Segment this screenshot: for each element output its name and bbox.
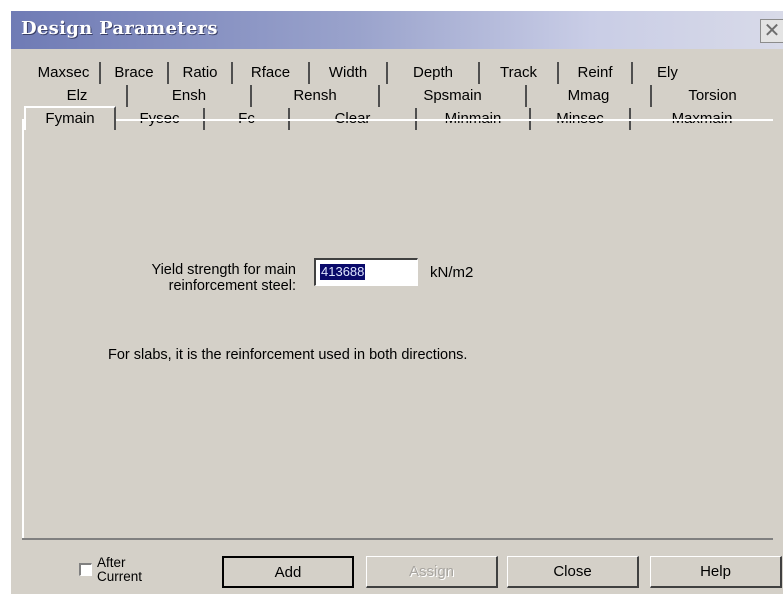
help-button[interactable]: Help bbox=[650, 556, 782, 588]
tab-ely[interactable]: Ely bbox=[633, 62, 773, 84]
tab-ratio[interactable]: Ratio bbox=[169, 62, 233, 84]
yield-strength-input[interactable]: 413688 bbox=[314, 258, 418, 286]
assign-button: Assign bbox=[366, 556, 498, 588]
tab-reinf[interactable]: Reinf bbox=[559, 62, 633, 84]
add-button[interactable]: Add bbox=[222, 556, 354, 588]
tab-rface[interactable]: Rface bbox=[233, 62, 310, 84]
close-icon[interactable]: ✕ bbox=[760, 19, 783, 43]
tab-ensh[interactable]: Ensh bbox=[128, 85, 252, 107]
window-title: Design Parameters bbox=[21, 18, 218, 39]
tab-fymain[interactable]: Fymain bbox=[24, 106, 116, 130]
yield-strength-value[interactable]: 413688 bbox=[320, 264, 366, 280]
close-button[interactable]: Close bbox=[507, 556, 639, 588]
unit-label: kN/m2 bbox=[430, 264, 474, 281]
tab-panel-fymain bbox=[22, 119, 773, 538]
tab-mmag[interactable]: Mmag bbox=[527, 85, 652, 107]
tab-spsmain[interactable]: Spsmain bbox=[380, 85, 527, 107]
slab-note: For slabs, it is the reinforcement used … bbox=[108, 347, 468, 363]
after-current-checkbox[interactable] bbox=[79, 563, 92, 576]
tab-brace[interactable]: Brace bbox=[101, 62, 169, 84]
tab-rensh[interactable]: Rensh bbox=[252, 85, 380, 107]
tab-track[interactable]: Track bbox=[480, 62, 559, 84]
tab-depth[interactable]: Depth bbox=[388, 62, 480, 84]
tab-torsion[interactable]: Torsion bbox=[652, 85, 773, 107]
tab-maxsec[interactable]: Maxsec bbox=[28, 62, 101, 84]
tab-width[interactable]: Width bbox=[310, 62, 388, 84]
title-bar[interactable]: Design Parameters ✕ bbox=[11, 11, 783, 49]
after-current-label[interactable]: After Current bbox=[97, 556, 157, 584]
tab-elz[interactable]: Elz bbox=[28, 85, 128, 107]
yield-strength-label: Yield strength for main reinforcement st… bbox=[151, 262, 296, 294]
